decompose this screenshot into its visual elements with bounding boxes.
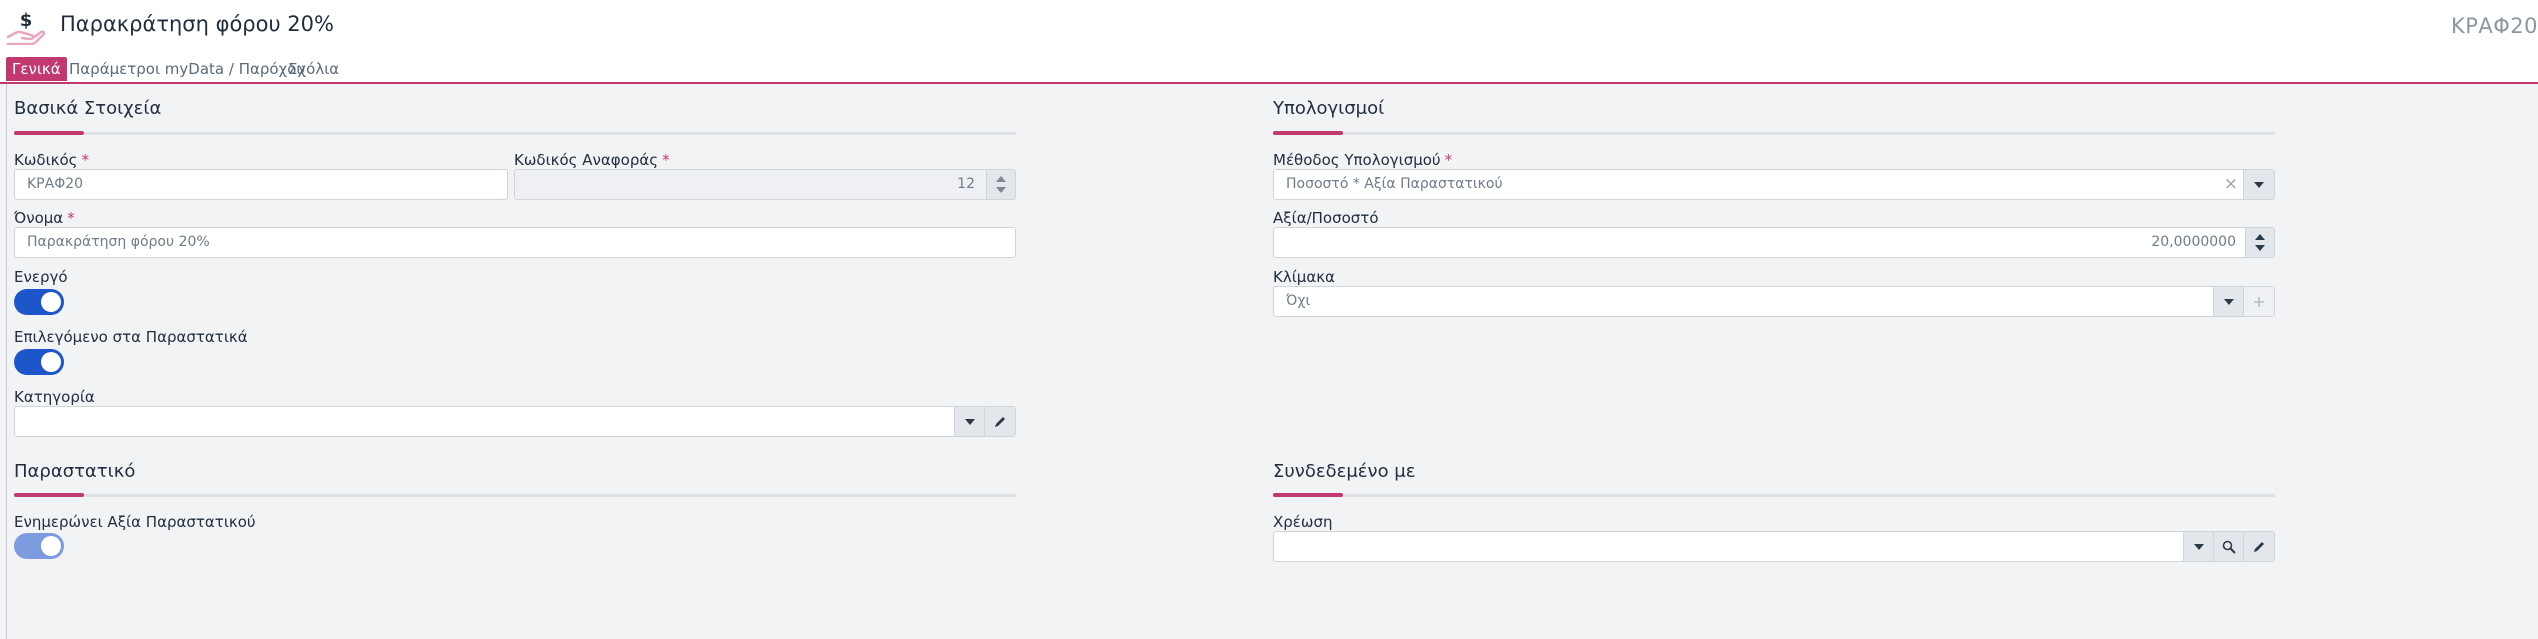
debit-search-button[interactable] [2213, 532, 2244, 561]
caret-down-icon [2224, 298, 2234, 305]
code-field[interactable]: ΚΡΑΦ20 [14, 169, 508, 200]
tab-general[interactable]: Γενικά [6, 57, 67, 81]
active-toggle[interactable] [14, 289, 64, 315]
search-icon [2222, 540, 2236, 554]
pencil-icon [995, 416, 1005, 427]
stepper-up-icon[interactable] [2255, 234, 2265, 240]
tab-comments[interactable]: Σχόλια [282, 57, 345, 81]
scale-add-button[interactable] [2243, 287, 2274, 316]
calc-method-select[interactable]: Ποσοστό * Αξία Παραστατικού × [1273, 169, 2275, 200]
scale-select[interactable]: Όχι [1273, 286, 2275, 317]
section-rule-document [14, 494, 1016, 497]
calc-method-dropdown-button[interactable] [2243, 170, 2274, 199]
section-accent-linked [1273, 493, 1343, 497]
debit-label: Χρέωση [1273, 513, 1333, 531]
category-edit-button[interactable] [984, 407, 1015, 436]
ref-code-field[interactable]: 12 [514, 169, 1016, 200]
clear-icon[interactable]: × [2224, 170, 2238, 199]
section-rule-calculations [1273, 132, 2275, 135]
stepper-down-icon[interactable] [2255, 245, 2265, 251]
calc-method-label: Μέθοδος Υπολογισμού * [1273, 151, 1453, 169]
value-percent-label: Αξία/Ποσοστό [1273, 209, 1379, 227]
section-title-basic: Βασικά Στοιχεία [14, 98, 162, 119]
name-value: Παρακράτηση φόρου 20% [27, 234, 210, 250]
name-label: Όνομα * [14, 209, 75, 227]
toggle-knob [41, 536, 61, 556]
code-label: Κωδικός * [14, 151, 89, 169]
section-rule-linked [1273, 494, 2275, 497]
tab-bar: Γενικά Παράμετροι myData / Παρόχου Σχόλι… [0, 56, 2538, 84]
selected-in-documents-toggle[interactable] [14, 349, 64, 375]
caret-down-icon [965, 418, 975, 425]
scale-label: Κλίμακα [1273, 268, 1335, 286]
toggle-knob [41, 352, 61, 372]
caret-down-icon [2254, 181, 2264, 188]
required-mark: * [1444, 151, 1453, 169]
page-title: Παρακράτηση φόρου 20% [60, 12, 334, 36]
category-label: Κατηγορία [14, 388, 95, 406]
updates-document-value-toggle[interactable] [14, 533, 64, 559]
calc-method-value: Ποσοστό * Αξία Παραστατικού [1286, 176, 1503, 192]
debit-dropdown-button[interactable] [2183, 532, 2214, 561]
name-field[interactable]: Παρακράτηση φόρου 20% [14, 227, 1016, 258]
scale-dropdown-button[interactable] [2213, 287, 2244, 316]
dollar-glyph: $ [20, 10, 33, 31]
ref-code-value: 12 [957, 176, 975, 192]
stepper-down-icon[interactable] [996, 187, 1006, 193]
section-accent-calculations [1273, 131, 1343, 135]
section-accent-document [14, 493, 84, 497]
tab-mydata-parameters[interactable]: Παράμετροι myData / Παρόχου [63, 57, 311, 81]
hand-money-icon: $ [6, 10, 46, 45]
ref-code-stepper[interactable] [986, 170, 1015, 199]
section-rule-basic [14, 132, 1016, 135]
pencil-icon [2254, 541, 2264, 552]
required-mark: * [67, 209, 75, 227]
required-mark: * [81, 151, 89, 169]
code-value: ΚΡΑΦ20 [27, 176, 84, 192]
page-header: $ Παρακράτηση φόρου 20% ΚΡΑΦ20 [0, 0, 2538, 56]
section-title-calculations: Υπολογισμοί [1273, 98, 1385, 119]
value-percent-field[interactable]: 20,0000000 [1273, 227, 2275, 258]
updates-document-value-label: Ενημερώνει Αξία Παραστατικού [14, 513, 256, 531]
toggle-knob [41, 292, 61, 312]
caret-down-icon [2194, 543, 2204, 550]
debit-field[interactable] [1273, 531, 2275, 562]
scale-value: Όχι [1286, 293, 1311, 309]
section-title-document: Παραστατικό [14, 461, 136, 482]
plus-icon [2254, 296, 2264, 307]
left-rail [6, 84, 7, 639]
required-mark: * [662, 151, 670, 169]
category-dropdown-button[interactable] [954, 407, 985, 436]
value-percent-stepper[interactable] [2245, 228, 2274, 257]
debit-edit-button[interactable] [2243, 532, 2274, 561]
selected-in-documents-label: Επιλεγόμενο στα Παραστατικά [14, 328, 248, 346]
value-percent-value: 20,0000000 [2151, 234, 2236, 250]
stepper-up-icon[interactable] [996, 176, 1006, 182]
section-accent-basic [14, 131, 84, 135]
section-title-linked: Συνδεδεμένο με [1273, 461, 1416, 482]
active-label: Ενεργό [14, 268, 68, 286]
record-code: ΚΡΑΦ20 [2450, 14, 2538, 38]
ref-code-label: Κωδικός Αναφοράς * [514, 151, 670, 169]
category-field[interactable] [14, 406, 1016, 437]
